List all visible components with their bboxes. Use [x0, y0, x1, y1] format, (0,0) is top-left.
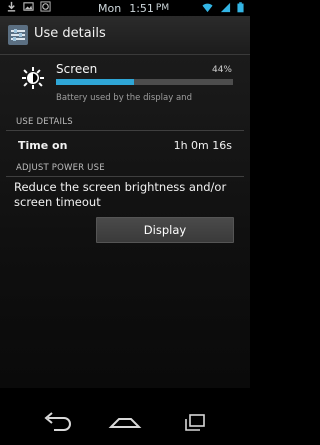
action-bar: Use details: [0, 16, 250, 55]
status-bar: Mon 1:51 PM: [0, 0, 250, 16]
use-details-content: Screen 44% Battery used by the display a…: [0, 55, 250, 388]
page-title: Use details: [34, 26, 106, 41]
app-usage-row: Screen 44% Battery used by the display a…: [0, 55, 250, 111]
app-description: Battery used by the display and: [56, 93, 192, 103]
status-day: Mon: [98, 1, 122, 15]
navigation-bar: [0, 395, 250, 445]
battery-icon: [237, 2, 244, 13]
section-header-use-details: USE DETAILS: [6, 113, 244, 131]
usage-progress-bar: [56, 79, 233, 85]
back-icon[interactable]: [38, 412, 74, 432]
status-time: 1:51: [129, 1, 154, 15]
home-icon[interactable]: [107, 412, 143, 432]
display-settings-button[interactable]: Display: [96, 217, 234, 243]
wifi-icon: [202, 3, 213, 13]
settings-app-icon[interactable]: [8, 25, 28, 45]
section-header-adjust-power: ADJUST POWER USE: [6, 159, 244, 177]
detail-value: 1h 0m 16s: [173, 139, 232, 152]
brightness-icon: [22, 67, 44, 89]
sync-icon: [40, 1, 51, 12]
notification-icons: [6, 1, 51, 12]
detail-row: Time on 1h 0m 16s: [0, 135, 250, 159]
status-clock: Mon 1:51 PM: [98, 0, 169, 16]
status-ampm: PM: [155, 3, 170, 13]
gallery-icon: [23, 2, 34, 11]
download-icon: [7, 1, 16, 12]
usage-percent: 44%: [211, 65, 232, 75]
power-suggestion-text: Reduce the screen brightness and/or scre…: [14, 180, 227, 209]
signal-icon: [220, 2, 231, 13]
recents-icon[interactable]: [176, 412, 212, 432]
system-icons: [201, 2, 244, 13]
detail-label: Time on: [18, 139, 68, 152]
app-name: Screen: [56, 62, 98, 76]
usage-progress-fill: [56, 79, 134, 85]
